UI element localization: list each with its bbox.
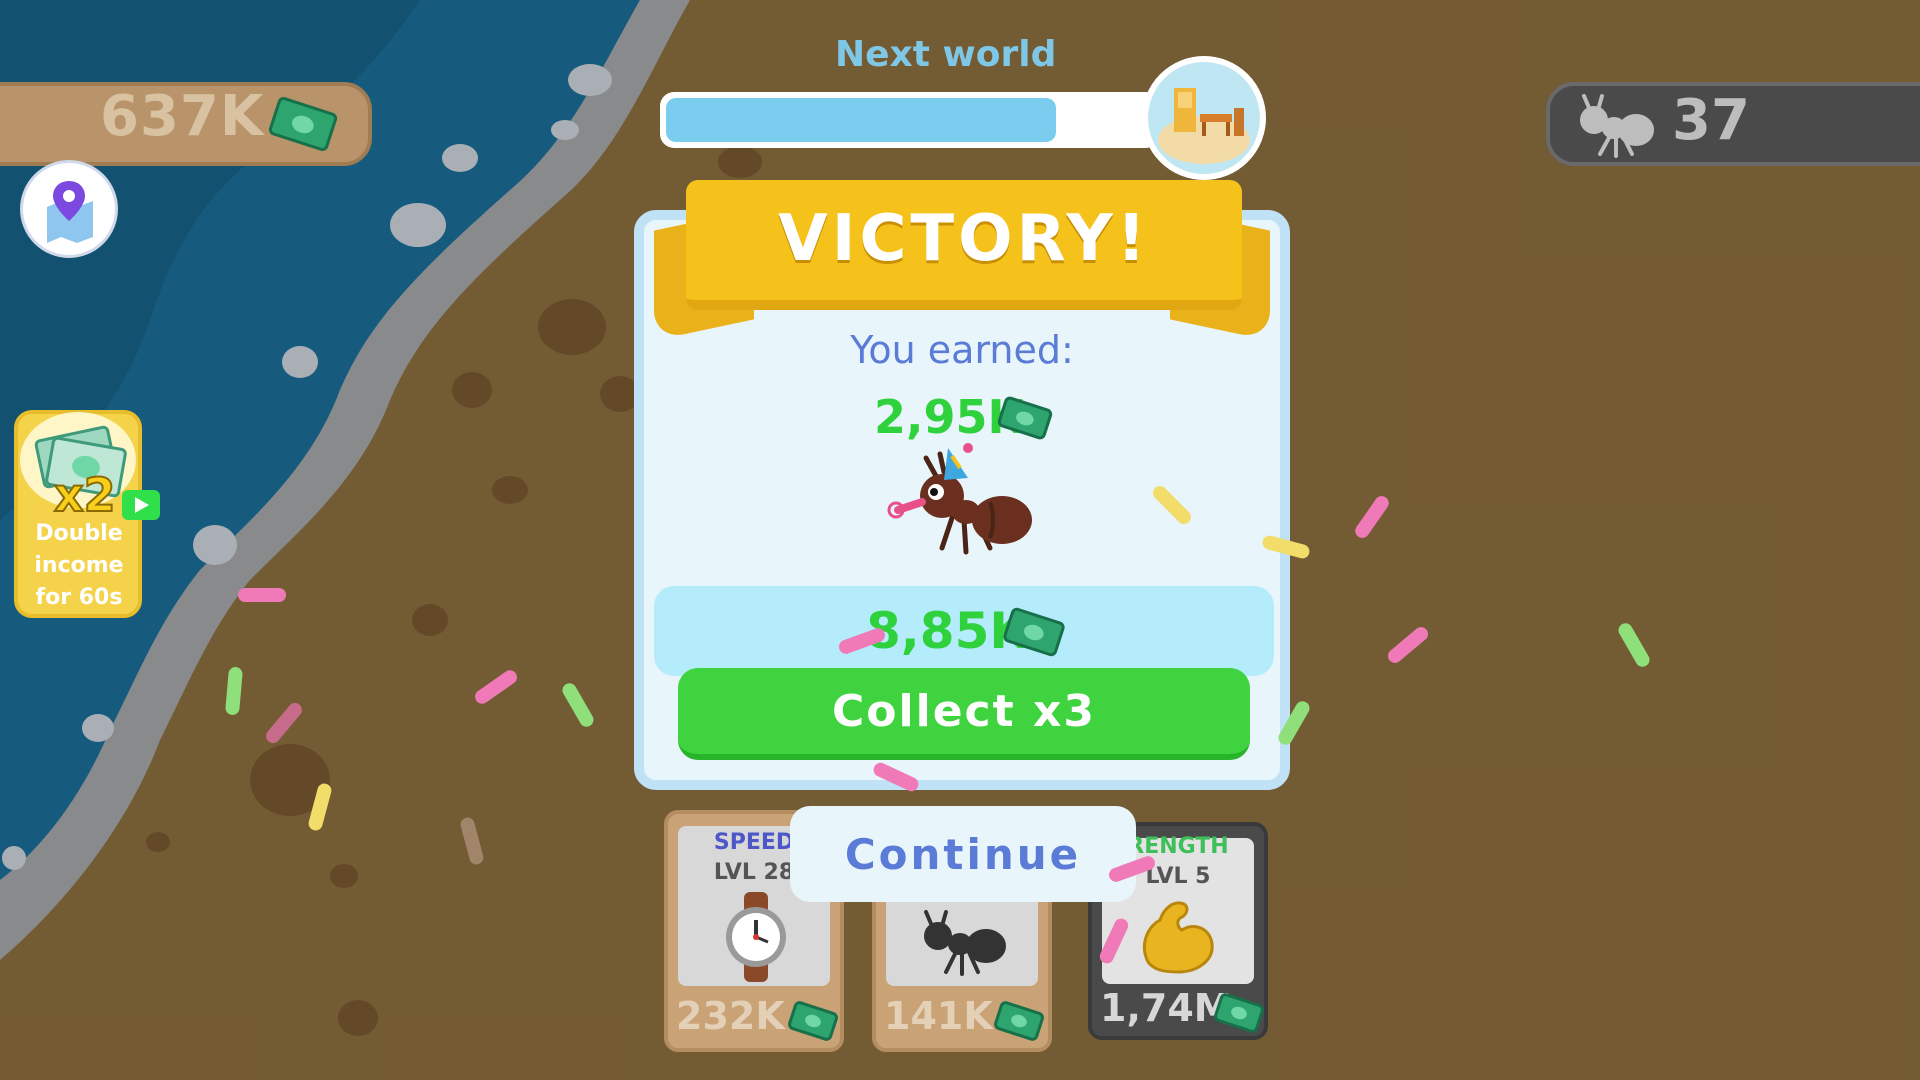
next-world-icon[interactable]: [1142, 56, 1266, 180]
cash-icon: [786, 999, 840, 1043]
map-button[interactable]: [20, 160, 118, 258]
ant-icon: [1580, 94, 1654, 158]
next-world-label: Next world: [835, 34, 1057, 75]
play-video-icon: [122, 490, 160, 520]
cash-icon: [992, 999, 1046, 1043]
income-multiplier: x2: [53, 467, 117, 523]
continue-button[interactable]: Continue: [790, 806, 1136, 902]
watch-icon: [726, 892, 786, 982]
double-income-label: Double income for 60s: [34, 521, 124, 610]
earned-label: You earned:: [850, 328, 1074, 372]
map-pin-icon: [47, 181, 93, 243]
upgrade-price: 141K: [884, 994, 993, 1038]
flexed-biceps-icon: [1143, 901, 1214, 974]
ant-icon: [924, 910, 1006, 976]
next-world-progress-fill: [666, 98, 1056, 142]
ant-count: 37: [1672, 88, 1750, 153]
dialog-title: VICTORY!: [778, 202, 1150, 276]
money-amount: 637K: [100, 84, 265, 149]
upgrade-price: 232K: [676, 994, 785, 1038]
party-ant-icon: [887, 443, 1032, 555]
upgrade-price: 1,74M: [1100, 986, 1232, 1030]
collect-x3-button[interactable]: Collect x3: [678, 668, 1250, 760]
kitchen-island-icon: [1158, 88, 1250, 164]
